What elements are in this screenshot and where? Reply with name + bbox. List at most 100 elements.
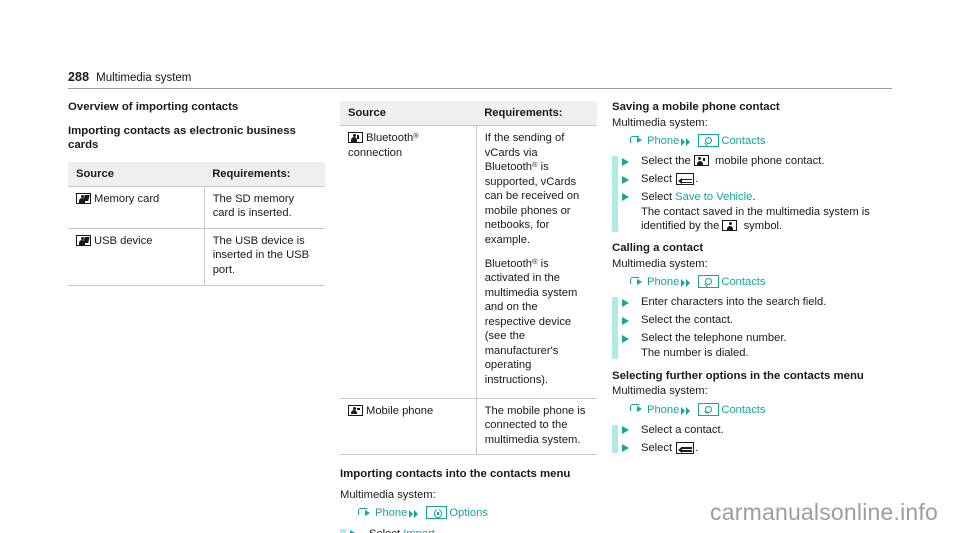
turn-arrow-icon	[358, 506, 373, 517]
step-text-pre: Select	[641, 441, 676, 454]
contact-card-bluetooth-icon	[348, 132, 363, 143]
table-bluetooth-phone-sources: Source Requirements: Bluetooth® connecti…	[340, 101, 597, 456]
table-header-row: Source Requirements:	[340, 101, 597, 126]
table-cell-source: Bluetooth® connection	[340, 125, 477, 399]
step-text-menu-item[interactable]: Save to Vehicle	[675, 191, 752, 203]
nav-path-import[interactable]: Phone Options	[340, 506, 597, 521]
step-note-post: symbol.	[740, 220, 783, 233]
steps-saving: Select the mobile phone contact. Select …	[612, 154, 892, 234]
table-cell-requirement: The SD memory card is inserted.	[204, 185, 325, 229]
nav-segment-contacts[interactable]: Contacts	[721, 276, 765, 288]
nav-segment-contacts[interactable]: Contacts	[721, 404, 765, 416]
intro-multimedia-system: Multimedia system:	[612, 116, 708, 129]
turn-arrow-icon	[630, 403, 645, 414]
section-title-overview: Overview of importing contacts	[68, 101, 239, 113]
step-text-post: .	[752, 190, 756, 203]
steps-calling: Enter characters into the search field. …	[612, 295, 892, 360]
step-text: Select the telephone number.	[641, 332, 787, 344]
intro-multimedia-system: Multimedia system:	[612, 385, 708, 398]
table-row: USB device The USB device is inserted in…	[68, 227, 325, 286]
step-text-post: .	[695, 173, 699, 186]
source-label: Memory card	[94, 192, 160, 205]
step-text-pre: Select	[641, 190, 676, 203]
steps-further-options: Select a contact. Select .	[612, 423, 892, 456]
table-row: Memory card The SD memory card is insert…	[68, 185, 325, 229]
search-key-icon[interactable]	[698, 275, 720, 289]
source-label-bluetooth: Bluetooth	[366, 132, 414, 144]
step-text-pre: Select	[369, 528, 403, 533]
step-item: Select .	[612, 441, 892, 456]
step-item: Enter characters into the search field.	[612, 295, 892, 310]
table-cell-source: Memory card	[68, 185, 205, 229]
table-header-requirements: Requirements:	[476, 101, 597, 126]
gear-options-key-icon[interactable]	[426, 506, 448, 520]
column-middle: Source Requirements: Bluetooth® connecti…	[340, 100, 597, 533]
table-row: Bluetooth® connection If the sending of …	[340, 125, 597, 399]
watermark: carmanualsonline.info	[710, 499, 938, 525]
registered-mark: ®	[413, 131, 419, 140]
table-header-row: Source Requirements:	[68, 161, 325, 187]
section-title-saving-contact: Saving a mobile phone contact	[612, 101, 780, 113]
contact-card-usb-icon	[76, 234, 91, 246]
table-header-source: Source	[340, 101, 477, 126]
steps-import: Select Import. Select an option.	[340, 527, 597, 533]
options-list-icon[interactable]	[676, 173, 695, 186]
nav-segment-phone[interactable]: Phone	[647, 135, 679, 147]
requirement-paragraph-1: If the sending of vCards via Bluetooth® …	[484, 132, 580, 246]
turn-arrow-icon	[630, 275, 645, 286]
subsection-title-business-cards: Importing contacts as electronic busines…	[68, 124, 296, 152]
source-label-connection: connection	[348, 146, 403, 159]
step-item: Select the mobile phone contact.	[612, 154, 892, 169]
step-item: Select the contact.	[612, 313, 892, 328]
contact-plain-icon	[722, 220, 738, 232]
registered-mark: ®	[531, 256, 538, 266]
section-title-importing-contacts: Importing contacts into the contacts men…	[340, 468, 571, 481]
table-cell-requirement: If the sending of vCards via Bluetooth® …	[476, 125, 597, 399]
source-label: Mobile phone	[366, 404, 434, 417]
section-title-further-options: Selecting further options in the contact…	[612, 369, 864, 382]
search-key-icon[interactable]	[698, 134, 720, 148]
nav-segment-phone[interactable]: Phone	[647, 404, 679, 416]
column-right: Saving a mobile phone contact Multimedia…	[612, 100, 892, 458]
step-text: Select a contact.	[641, 423, 724, 436]
table-cell-source: USB device	[68, 227, 205, 286]
nav-segment-contacts[interactable]: Contacts	[721, 135, 765, 147]
step-note: The contact saved in the multimedia syst…	[641, 205, 892, 235]
intro-multimedia-system: Multimedia system:	[612, 257, 708, 270]
contact-card-phone-icon	[348, 404, 363, 416]
column-left: Overview of importing contacts Importing…	[68, 100, 325, 286]
step-note: The number is dialed.	[641, 346, 749, 359]
nav-path-saving[interactable]: Phone Contacts	[612, 134, 892, 149]
step-text-post: mobile phone contact.	[711, 155, 825, 168]
nav-segment-options[interactable]: Options	[449, 507, 488, 519]
step-item: Select .	[612, 172, 892, 187]
nav-segment-phone[interactable]: Phone	[647, 276, 679, 288]
intro-multimedia-system: Multimedia system:	[340, 488, 436, 501]
step-text-pre: Select the	[641, 155, 694, 168]
step-text-menu-item[interactable]: Import	[403, 528, 435, 533]
table-electronic-business-cards: Source Requirements: Memory card The SD …	[68, 161, 325, 286]
table-row: Mobile phone The mobile phone is connect…	[340, 397, 597, 456]
step-item: Select Import.	[340, 527, 597, 533]
nav-segment-phone[interactable]: Phone	[375, 507, 407, 519]
search-key-icon[interactable]	[698, 402, 720, 416]
contact-card-phone-icon	[693, 155, 709, 167]
step-text: Select the contact.	[641, 314, 734, 327]
chapter-title: Multimedia system	[96, 72, 192, 84]
step-text-post: .	[435, 528, 438, 533]
source-label: USB device	[94, 234, 153, 247]
table-cell-source: Mobile phone	[340, 397, 477, 456]
requirement-paragraph-2: Bluetooth® is activated in the multimedi…	[484, 256, 578, 386]
step-text-post: .	[695, 441, 699, 454]
turn-arrow-icon	[630, 134, 645, 145]
nav-path-options[interactable]: Phone Contacts	[612, 402, 892, 418]
table-header-source: Source	[68, 161, 205, 187]
registered-mark: ®	[531, 160, 538, 170]
step-text: Enter characters into the search field.	[641, 296, 827, 309]
section-title-calling-contact: Calling a contact	[612, 242, 704, 255]
contact-card-memory-icon	[76, 192, 91, 204]
step-item: Select a contact.	[612, 423, 892, 438]
nav-path-calling[interactable]: Phone Contacts	[612, 275, 892, 290]
step-item: Select Save to Vehicle. The contact save…	[612, 190, 892, 234]
options-list-icon[interactable]	[676, 441, 695, 454]
